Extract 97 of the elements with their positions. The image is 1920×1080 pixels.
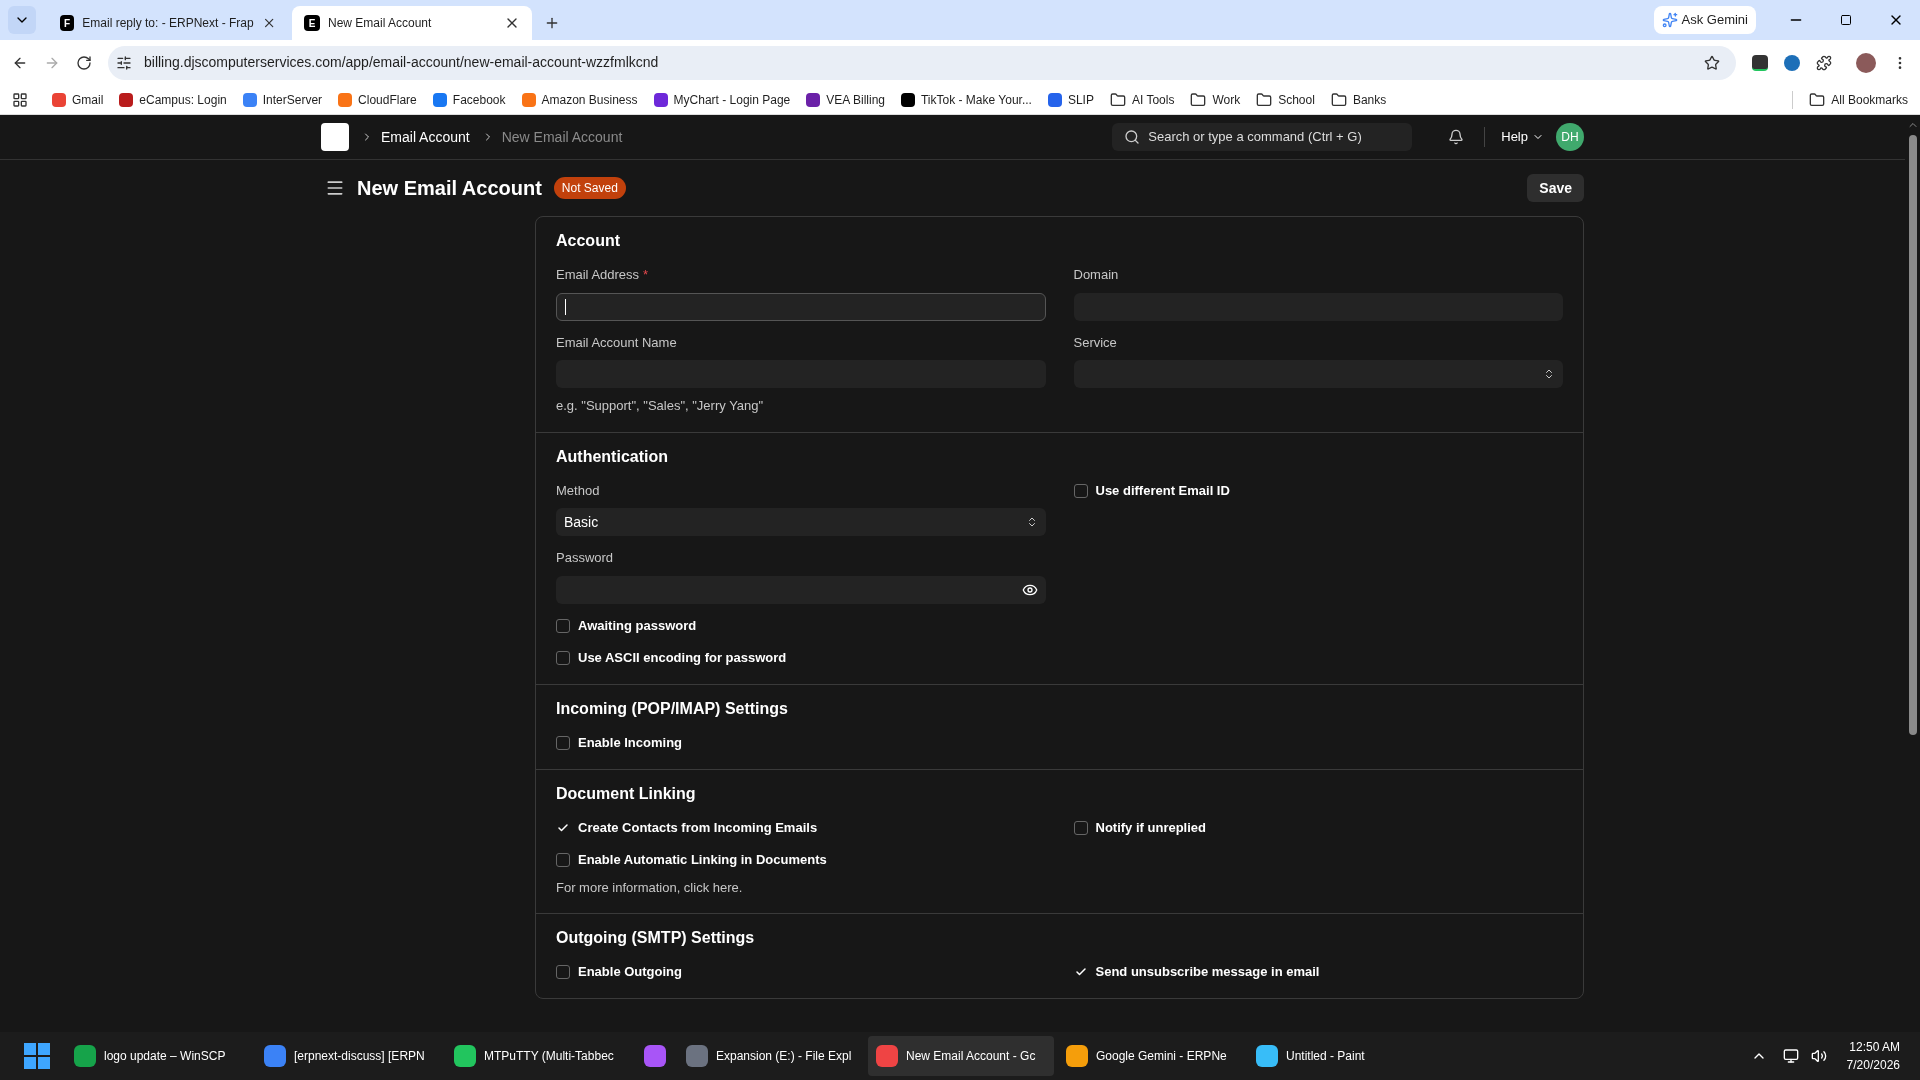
checkbox[interactable] xyxy=(1073,483,1088,498)
field-label: Password xyxy=(556,549,615,567)
checkbox-label: Use ASCII encoding for password xyxy=(578,648,787,667)
notifications-icon[interactable] xyxy=(1448,129,1465,145)
menu-icon[interactable] xyxy=(325,178,345,198)
field-label: Email Address xyxy=(556,266,640,284)
search-field[interactable]: Search or type a command (Ctrl + G) xyxy=(1112,123,1413,151)
new-tab-icon[interactable] xyxy=(544,15,560,31)
folder-icon xyxy=(1109,91,1126,108)
browser-tab[interactable]: F Email reply to: - ERPNext - Frap xyxy=(48,6,288,40)
taskbar-app[interactable]: logo update – WinSCP xyxy=(66,1036,252,1076)
save-button[interactable]: Save xyxy=(1527,174,1584,202)
status-badge: Not Saved xyxy=(553,177,626,199)
checkbox-label: Enable Automatic Linking in Documents xyxy=(578,850,827,869)
profile-avatar[interactable] xyxy=(1856,52,1876,73)
taskbar-app[interactable]: Untitled - Paint xyxy=(1248,1036,1434,1076)
section-title: Authentication xyxy=(556,446,669,467)
maximize-icon[interactable] xyxy=(1840,14,1852,26)
checkbox-label: Send unsubscribe message in email xyxy=(1095,963,1320,982)
bookmark[interactable]: MyChart - Login Page xyxy=(653,90,791,109)
field-label: Method xyxy=(556,481,601,500)
bookmark[interactable]: School xyxy=(1256,90,1315,109)
tab-search-button[interactable] xyxy=(8,6,36,34)
search-icon xyxy=(1124,129,1141,145)
text-cursor xyxy=(565,298,566,315)
taskbar-app[interactable]: Expansion (E:) - File Expl xyxy=(678,1036,864,1076)
taskbar-app[interactable]: [erpnext-discuss] [ERPN xyxy=(256,1036,442,1076)
field-label: Service xyxy=(1073,333,1118,352)
start-button[interactable] xyxy=(24,1043,50,1069)
bookmark[interactable]: TikTok - Make Your... xyxy=(901,90,1032,109)
section-title: Incoming (POP/IMAP) Settings xyxy=(556,698,789,719)
checkbox-label: Notify if unreplied xyxy=(1095,818,1206,837)
field-description: For more information, click here. xyxy=(556,878,744,897)
tab-title: New Email Account xyxy=(328,15,433,32)
checkbox-label: Enable Outgoing xyxy=(578,963,682,982)
bookmark-star-icon[interactable] xyxy=(1704,54,1720,71)
bookmark[interactable]: Work xyxy=(1190,90,1241,109)
apps-icon[interactable] xyxy=(12,91,28,108)
checkbox[interactable] xyxy=(556,965,570,979)
bookmark[interactable]: Amazon Business xyxy=(521,90,638,109)
input-field[interactable] xyxy=(556,292,1046,321)
bookmark[interactable]: CloudFlare xyxy=(338,90,417,109)
bookmark[interactable]: AI Tools xyxy=(1109,90,1175,109)
folder-icon xyxy=(1190,91,1207,108)
folder-icon xyxy=(1330,91,1347,108)
bookmark[interactable]: InterServer xyxy=(242,90,323,109)
select-field[interactable]: Basic xyxy=(556,508,1046,536)
breadcrumb-link[interactable]: New Email Account xyxy=(501,126,623,148)
page-title: New Email Account xyxy=(357,176,542,201)
help-menu[interactable]: Help xyxy=(1484,127,1544,147)
taskbar-app[interactable]: MTPuTTY (Multi-Tabbec xyxy=(446,1036,632,1076)
bookmark[interactable]: SLIP xyxy=(1047,90,1094,109)
folder-icon xyxy=(1256,91,1273,108)
section-title: Account xyxy=(556,231,621,251)
reload-icon[interactable] xyxy=(76,54,92,71)
checkbox-label: Enable Incoming xyxy=(578,733,682,752)
favicon: F xyxy=(60,15,75,31)
field-label: Domain xyxy=(1073,266,1119,284)
breadcrumb-link[interactable]: Email Account xyxy=(381,126,470,148)
select-field[interactable] xyxy=(1073,360,1563,388)
section-title: Outgoing (SMTP) Settings xyxy=(556,928,756,948)
check-icon xyxy=(557,821,569,834)
site-settings-icon[interactable] xyxy=(116,54,132,71)
checkbox[interactable] xyxy=(1073,820,1088,835)
checkbox[interactable] xyxy=(556,735,570,750)
field-description: e.g. "Support", "Sales", "Jerry Yang" xyxy=(556,397,765,415)
checkbox[interactable] xyxy=(556,650,570,665)
extension-icon[interactable] xyxy=(1752,54,1768,71)
address-bar[interactable]: billing.djscomputerservices.com/app/email-account/new-email-account-wzzfmlkcnd xyxy=(108,45,1736,80)
section-title: Document Linking xyxy=(556,783,697,804)
ask-gemini-button[interactable]: Ask Gemini xyxy=(1653,6,1756,34)
checkbox-label: Create Contacts from Incoming Emails xyxy=(578,818,818,837)
bookmark[interactable]: eCampus: Login xyxy=(119,90,227,109)
checkbox-label: Use different Email ID xyxy=(1095,481,1230,500)
folder-icon xyxy=(1809,91,1826,108)
bookmark[interactable]: Banks xyxy=(1330,90,1387,109)
bookmark[interactable]: Facebook xyxy=(432,90,506,109)
check-icon xyxy=(1074,966,1087,978)
taskbar-app[interactable]: New Email Account - Gc xyxy=(868,1036,1054,1076)
required-mark: * xyxy=(643,266,649,284)
clock[interactable]: 12:50 AM 7/20/2026 xyxy=(1846,1038,1900,1074)
volume-icon[interactable] xyxy=(1810,1048,1827,1064)
checkbox-label: Awaiting password xyxy=(578,616,697,635)
tab-title: Email reply to: - ERPNext - Frap xyxy=(82,15,254,32)
checkbox[interactable] xyxy=(556,852,570,867)
field-label: Email Account Name xyxy=(556,333,677,352)
favicon: E xyxy=(304,15,320,31)
browser-tab[interactable]: E New Email Account xyxy=(292,6,532,40)
taskbar-app[interactable]: Google Gemini - ERPNe xyxy=(1058,1036,1244,1076)
select-icon xyxy=(1543,368,1555,380)
sparkle-icon xyxy=(1661,12,1678,28)
password-field[interactable] xyxy=(556,575,1046,604)
checkbox[interactable] xyxy=(556,618,570,633)
bookmark[interactable]: VEA Billing xyxy=(806,90,885,109)
bookmark[interactable]: Gmail xyxy=(52,90,104,109)
all-bookmarks[interactable]: All Bookmarks xyxy=(1792,90,1908,109)
extensions-icon[interactable] xyxy=(1816,54,1832,71)
